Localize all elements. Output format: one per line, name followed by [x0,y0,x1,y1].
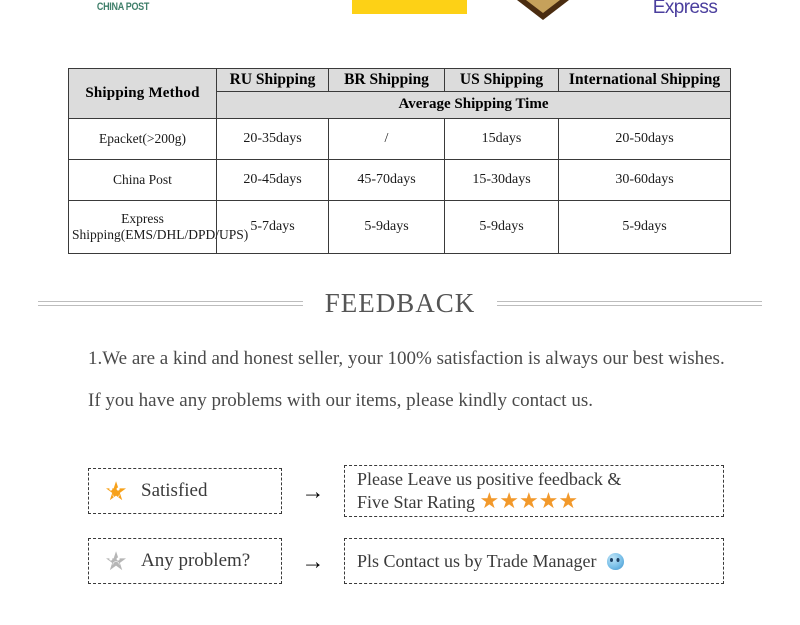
cell-br: 45-70days [328,159,445,202]
cell-us: 15days [444,118,559,161]
positive-feedback-line-1: Please Leave us positive feedback & [357,469,622,489]
cell-br: / [328,118,445,161]
col-header-method: Shipping Method [68,67,217,120]
shipping-method-table: Shipping Method RU Shipping BR Shipping … [68,67,731,255]
express-logo-label: Express [652,0,718,18]
col-header-ru: RU Shipping [216,67,329,93]
table-row: Express Shipping(EMS/DHL/DPD/UPS) 5-7day… [68,200,731,255]
sad-star-icon: ★ ●● ◠ [104,546,128,576]
positive-feedback-box: Please Leave us positive feedback & Five… [344,465,724,517]
table-row: Epacket(>200g) 20-35days / 15days 20-50d… [68,118,731,161]
trade-manager-icon [606,552,624,570]
table-header-row: Shipping Method RU Shipping BR Shipping … [68,67,731,120]
satisfied-label: Satisfied [141,480,208,501]
page-title: FEEDBACK [324,287,476,318]
any-problem-label: Any problem? [141,550,251,571]
cell-us: 15-30days [444,159,559,202]
china-post-logo-label: CHINA POST [96,0,150,13]
heading-rule-left [38,300,303,306]
carrier-logo-strip: CHINA POST Express [0,0,800,22]
cell-br: 5-9days [328,200,445,255]
cell-method: Express Shipping(EMS/DHL/DPD/UPS) [68,200,248,255]
satisfied-box: ★ ●● ◡ Satisfied [88,468,282,514]
feedback-row-satisfied: ★ ●● ◡ Satisfied → Please Leave us posit… [88,465,724,517]
arrow-right-icon: → [301,548,325,574]
cell-intl: 5-9days [558,200,731,255]
shipping-table-body: Epacket(>200g) 20-35days / 15days 20-50d… [68,118,731,255]
feedback-section-heading: FEEDBACK [38,286,763,320]
any-problem-box: ★ ●● ◠ Any problem? [88,538,282,584]
heading-rule-right [497,300,763,306]
cell-method: Epacket(>200g) [68,118,217,161]
ems-logo [508,0,578,22]
cell-intl: 20-50days [558,118,731,161]
trade-manager-line-1: Pls Contact us by Trade Manager [357,550,597,571]
shipping-table-head: Shipping Method RU Shipping BR Shipping … [68,67,731,120]
positive-feedback-line-2: Five Star Rating [357,492,475,512]
ems-hat-icon [517,0,569,20]
dhl-bar-icon [352,0,467,14]
col-header-intl: International Shipping [558,67,731,93]
arrow-right-icon: → [301,478,325,504]
feedback-row-problem: ★ ●● ◠ Any problem? → Pls Contact us by … [88,538,724,584]
china-post-logo: CHINA POST [68,0,178,22]
dhl-logo [352,0,467,22]
col-header-br: BR Shipping [328,67,445,93]
cell-ru: 20-35days [216,118,329,161]
express-logo: Express [630,0,740,19]
feedback-rows: ★ ●● ◡ Satisfied → Please Leave us posit… [88,465,724,608]
col-header-us: US Shipping [444,67,559,93]
cell-method: China Post [68,159,217,202]
feedback-paragraph: 1.We are a kind and honest seller, your … [88,348,725,411]
cell-ru: 20-45days [216,159,329,202]
trade-manager-box: Pls Contact us by Trade Manager [344,538,724,584]
cell-us: 5-9days [444,200,559,255]
happy-star-icon: ★ ●● ◡ [104,476,128,506]
cell-intl: 30-60days [558,159,731,202]
five-star-rating-icon: ★★★★★ [479,488,579,513]
table-row: China Post 20-45days 45-70days 15-30days… [68,159,731,202]
subheader-average-shipping-time: Average Shipping Time [216,91,731,120]
